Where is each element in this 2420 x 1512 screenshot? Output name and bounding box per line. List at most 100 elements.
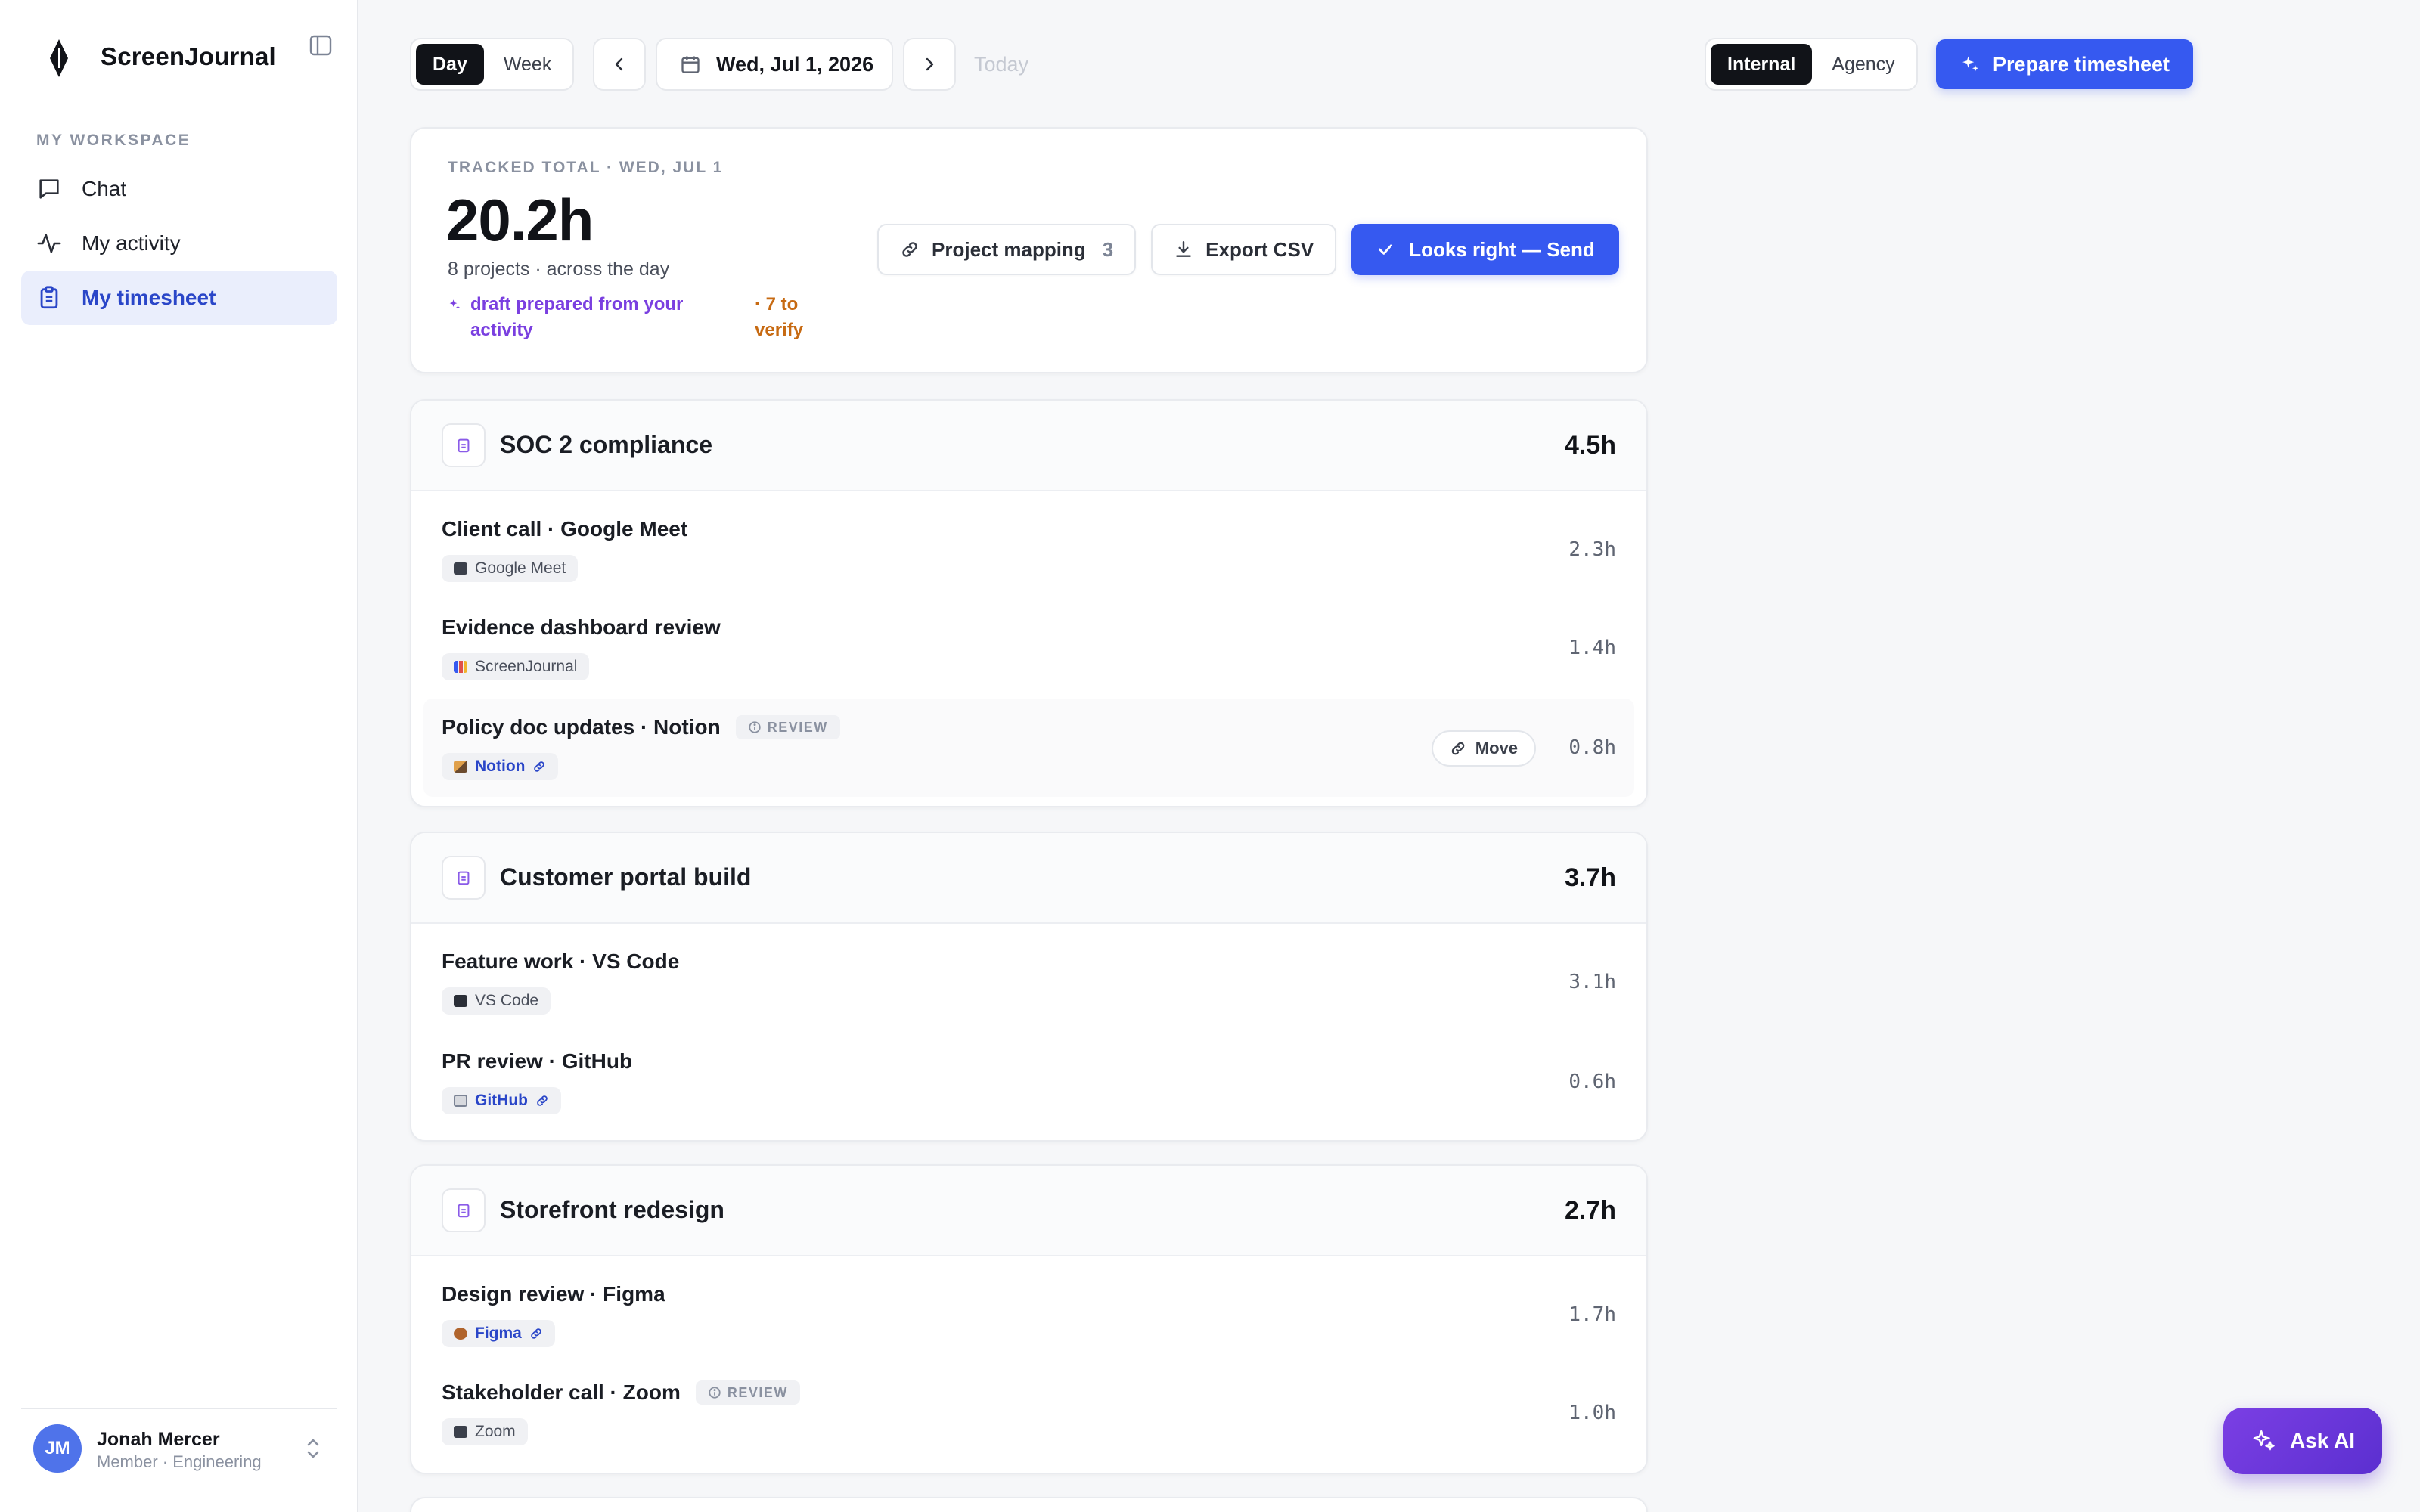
user-name: Jonah Mercer xyxy=(97,1429,220,1450)
app-chip-linked[interactable]: Figma xyxy=(442,1320,555,1347)
entry-title: Policy doc updates · Notion REVIEW xyxy=(442,715,840,739)
review-badge: REVIEW xyxy=(695,1380,800,1405)
export-csv-button[interactable]: Export CSV xyxy=(1151,224,1337,275)
chevron-up-down-icon[interactable] xyxy=(302,1433,324,1464)
prev-day-button[interactable] xyxy=(593,38,646,91)
time-entry[interactable]: Evidence dashboard review ScreenJournal … xyxy=(424,599,1634,697)
avatar[interactable]: JM xyxy=(33,1424,82,1473)
app-chip-label: ScreenJournal xyxy=(475,658,578,675)
sidebar-collapse-icon[interactable] xyxy=(306,30,336,60)
projects-summary: 8 projects · across the day xyxy=(448,259,670,280)
prepare-timesheet-button[interactable]: Prepare timesheet xyxy=(1936,39,2193,89)
sparkle-icon xyxy=(449,299,461,309)
ask-ai-button[interactable]: Ask AI xyxy=(2223,1408,2382,1474)
app-chip: VS Code xyxy=(442,987,551,1015)
app-chip-label: Figma xyxy=(475,1325,522,1342)
time-entry[interactable]: Stakeholder call · Zoom REVIEW Zoom 1.0h xyxy=(424,1364,1634,1462)
draft-note: draft prepared from your activity xyxy=(448,292,750,343)
entry-title-text: Stakeholder call · Zoom xyxy=(442,1380,681,1404)
chevron-right-icon xyxy=(926,57,934,71)
download-icon xyxy=(1176,241,1192,257)
activity-icon xyxy=(37,234,61,253)
project-mapping-count: 3 xyxy=(1102,237,1114,261)
chevron-left-icon xyxy=(615,57,623,71)
view-day-button[interactable]: Day xyxy=(416,44,484,85)
sidebar-item-timesheet[interactable]: My timesheet xyxy=(21,271,337,325)
time-entry-needs-review[interactable]: Policy doc updates · Notion REVIEW Notio… xyxy=(424,699,1634,797)
send-timesheet-button[interactable]: Looks right — Send xyxy=(1351,224,1619,275)
info-icon xyxy=(749,721,761,733)
workspace-section-label: MY WORKSPACE xyxy=(36,132,191,149)
sparkle-icon xyxy=(2253,1430,2275,1451)
entry-title-text: Feature work · VS Code xyxy=(442,950,680,973)
video-camera-icon xyxy=(454,562,467,575)
time-entry[interactable]: Feature work · VS Code VS Code 3.1h xyxy=(424,933,1634,1031)
summary-card: TRACKED TOTAL · WED, JUL 1 20.2h 8 proje… xyxy=(410,127,1648,373)
clipboard-icon xyxy=(442,1188,486,1232)
mode-agency-button[interactable]: Agency xyxy=(1815,44,1911,85)
project-name: Customer portal build xyxy=(500,863,752,891)
entry-hours[interactable]: 0.8h xyxy=(1568,736,1616,759)
draft-note-text: draft prepared from your activity xyxy=(470,294,684,340)
sidebar-item-label: My timesheet xyxy=(82,286,216,309)
video-camera-icon xyxy=(454,1426,467,1438)
entry-title: Stakeholder call · Zoom REVIEW xyxy=(442,1380,800,1405)
project-name: SOC 2 compliance xyxy=(500,431,712,458)
prepare-timesheet-label: Prepare timesheet xyxy=(1992,52,2170,76)
app-chip-linked[interactable]: Notion xyxy=(442,753,559,780)
project-header[interactable]: SOC 2 compliance 4.5h xyxy=(411,401,1646,491)
entry-hours[interactable]: 2.3h xyxy=(1568,538,1616,561)
link-icon xyxy=(537,1095,548,1106)
sidebar-item-chat[interactable]: Chat xyxy=(21,162,337,216)
entry-title: Feature work · VS Code xyxy=(442,950,679,974)
project-header[interactable]: Customer portal build 3.7h xyxy=(411,833,1646,924)
app-chip: ScreenJournal xyxy=(442,653,590,680)
move-label: Move xyxy=(1475,739,1518,758)
calendar-icon xyxy=(681,56,700,73)
time-entry[interactable]: Client call · Google Meet Google Meet 2.… xyxy=(424,500,1634,599)
entry-title: Client call · Google Meet xyxy=(442,517,687,541)
date-picker-button[interactable]: Wed, Jul 1, 2026 xyxy=(656,38,893,91)
user-role: Member · Engineering xyxy=(97,1452,262,1471)
project-header[interactable]: Storefront redesign 2.7h xyxy=(411,1166,1646,1256)
sidebar: ScreenJournal MY WORKSPACE Chat My activ… xyxy=(0,0,358,1512)
time-entry[interactable]: Design review · Figma Figma 1.7h xyxy=(424,1266,1634,1364)
sidebar-item-activity[interactable]: My activity xyxy=(21,216,337,271)
entry-title-text: Policy doc updates · Notion xyxy=(442,715,721,739)
entry-hours[interactable]: 0.6h xyxy=(1568,1070,1616,1093)
link-icon xyxy=(902,242,917,257)
tracked-total-value: 20.2h xyxy=(446,187,594,253)
mode-internal-button[interactable]: Internal xyxy=(1711,44,1813,85)
move-entry-button[interactable]: Move xyxy=(1431,730,1536,767)
app-root: ScreenJournal MY WORKSPACE Chat My activ… xyxy=(0,0,2420,1512)
time-entry[interactable]: PR review · GitHub GitHub 0.6h xyxy=(424,1033,1634,1131)
review-badge: REVIEW xyxy=(735,715,840,739)
entry-title-text: Design review · Figma xyxy=(442,1282,666,1306)
verify-count[interactable]: · 7 to verify xyxy=(755,292,830,343)
entry-hours[interactable]: 1.7h xyxy=(1568,1303,1616,1326)
export-csv-label: Export CSV xyxy=(1205,237,1314,261)
project-name: Storefront redesign xyxy=(500,1196,724,1223)
review-badge-label: REVIEW xyxy=(727,1384,788,1400)
app-chip-label: VS Code xyxy=(475,992,539,1009)
chat-icon xyxy=(39,179,59,199)
entry-title-text: PR review · GitHub xyxy=(442,1049,633,1073)
summary-actions: Project mapping 3 Export CSV Looks right… xyxy=(877,224,1619,275)
app-name: ScreenJournal xyxy=(101,42,276,70)
entry-title: Evidence dashboard review xyxy=(442,615,721,640)
entry-hours[interactable]: 1.0h xyxy=(1568,1402,1616,1424)
entry-title: PR review · GitHub xyxy=(442,1049,632,1074)
entry-title-text: Client call · Google Meet xyxy=(442,517,688,541)
entry-hours[interactable]: 1.4h xyxy=(1568,637,1616,659)
next-day-button[interactable] xyxy=(903,38,956,91)
today-button[interactable]: Today xyxy=(974,53,1028,76)
mode-toggle: Internal Agency xyxy=(1705,38,1918,91)
app-chip-linked[interactable]: GitHub xyxy=(442,1087,561,1114)
github-icon xyxy=(454,1095,467,1107)
check-icon xyxy=(1379,244,1393,255)
view-week-button[interactable]: Week xyxy=(487,44,568,85)
project-card: Storefront redesign 2.7h Design review ·… xyxy=(410,1164,1648,1474)
app-chip: Zoom xyxy=(442,1418,528,1445)
entry-hours[interactable]: 3.1h xyxy=(1568,971,1616,993)
project-mapping-button[interactable]: Project mapping 3 xyxy=(877,224,1137,275)
